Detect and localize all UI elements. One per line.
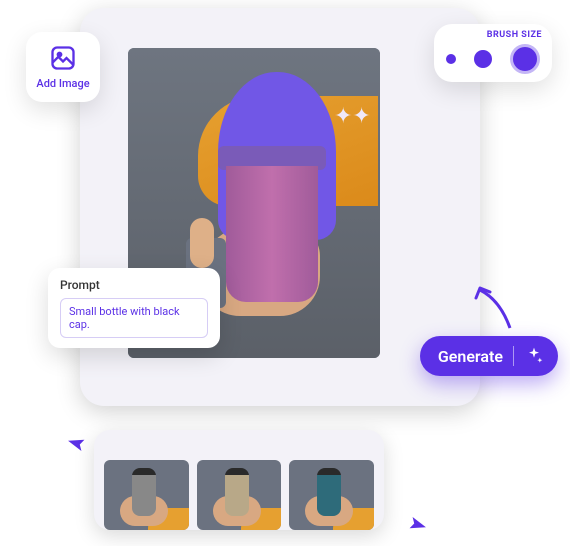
image-cup (218, 146, 326, 302)
cursor-icon (400, 508, 430, 538)
results-panel (94, 430, 384, 530)
image-icon (49, 44, 77, 72)
add-image-button[interactable]: Add Image (26, 32, 100, 102)
divider (513, 346, 514, 366)
generate-button[interactable]: Generate (420, 336, 558, 376)
prompt-title: Prompt (60, 278, 208, 292)
arrow-icon (470, 280, 524, 334)
sparkle-icon (524, 346, 544, 366)
brush-size-large[interactable] (510, 44, 540, 74)
brush-size-panel: BRUSH SIZE (434, 24, 552, 82)
prompt-input[interactable]: Small bottle with black cap. (60, 298, 208, 338)
sparkle-icon: ✦✦ (334, 104, 371, 129)
result-thumbnail[interactable] (104, 460, 189, 530)
result-thumbnail[interactable] (197, 460, 282, 530)
result-thumbnail[interactable] (289, 460, 374, 530)
cursor-icon (64, 430, 94, 460)
brush-size-small[interactable] (446, 54, 456, 64)
brush-size-medium[interactable] (474, 50, 492, 68)
prompt-card: Prompt Small bottle with black cap. (48, 268, 220, 348)
add-image-label: Add Image (36, 77, 89, 90)
generate-label: Generate (438, 347, 503, 366)
brush-size-options (444, 44, 542, 74)
brush-size-label: BRUSH SIZE (444, 30, 542, 40)
